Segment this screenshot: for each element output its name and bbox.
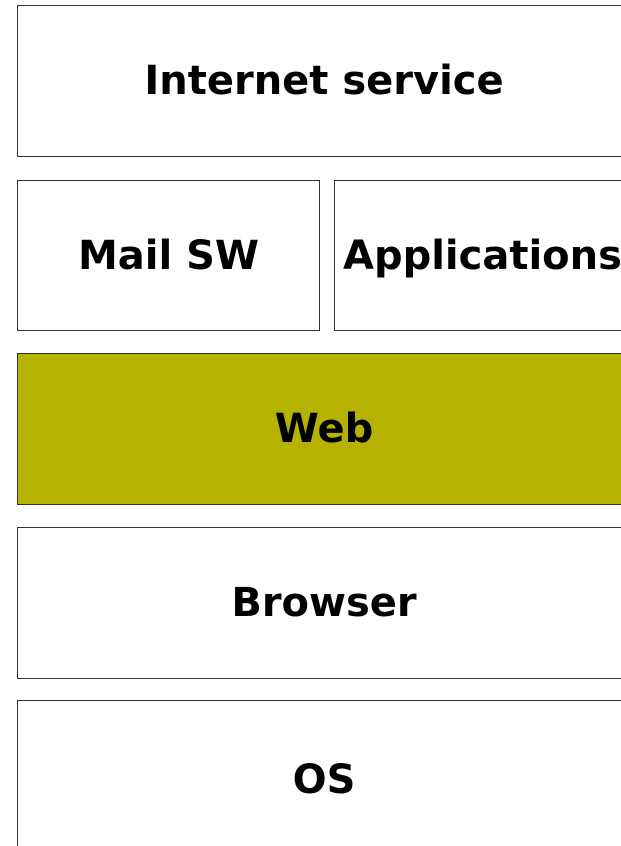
layer-os-label: OS bbox=[292, 757, 356, 803]
layer-applications: Applications bbox=[334, 180, 621, 331]
layer-internet-service-label: Internet service bbox=[144, 58, 504, 104]
layer-mail-sw-label: Mail SW bbox=[77, 232, 260, 279]
layer-browser-label: Browser bbox=[231, 580, 417, 626]
layer-web: Web bbox=[17, 353, 621, 505]
layer-web-label: Web bbox=[274, 406, 374, 452]
layer-stack-diagram: Internet service Mail SW Applications We… bbox=[0, 0, 621, 846]
layer-mail-sw: Mail SW bbox=[17, 180, 320, 331]
layer-browser: Browser bbox=[17, 527, 621, 679]
layer-applications-label: Applications bbox=[343, 232, 621, 279]
layer-os: OS bbox=[17, 700, 621, 846]
layer-internet-service: Internet service bbox=[17, 5, 621, 157]
